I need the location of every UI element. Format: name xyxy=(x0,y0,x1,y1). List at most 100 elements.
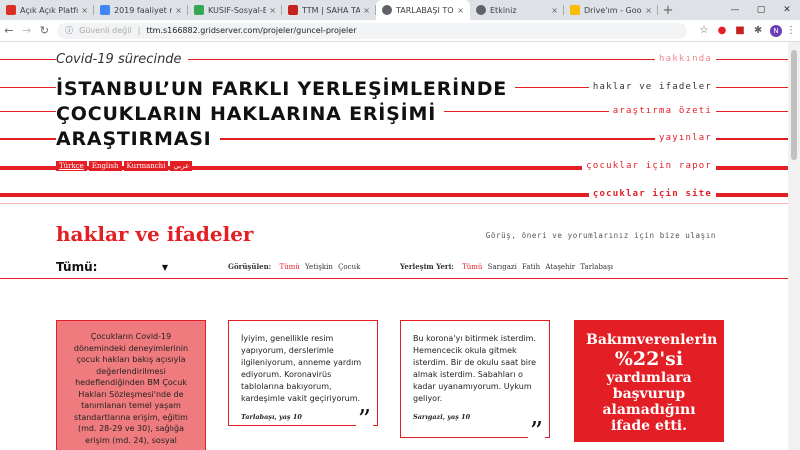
nav-link-hakkinda[interactable]: hakkında xyxy=(655,54,716,64)
filter-option-adult[interactable]: Yetişkin xyxy=(305,263,333,271)
scrollbar-thumb[interactable] xyxy=(791,50,797,160)
close-icon[interactable]: × xyxy=(645,6,652,15)
back-icon[interactable]: ← xyxy=(0,24,18,37)
file-icon xyxy=(194,5,204,15)
quote-mark-icon: ” xyxy=(355,405,373,435)
star-icon[interactable]: ☆ xyxy=(695,25,713,36)
maximize-icon[interactable]: ▢ xyxy=(748,0,774,20)
stat-line-1: Bakımverenlerin xyxy=(586,332,718,348)
close-icon[interactable]: × xyxy=(551,6,558,15)
avatar[interactable]: N xyxy=(770,24,783,37)
close-icon[interactable]: × xyxy=(175,6,182,15)
section-title: haklar ve ifadeler xyxy=(56,222,254,246)
filter-option-tarlabasi[interactable]: Tarlabaşı xyxy=(580,263,613,271)
nav-link-ozet[interactable]: araştırma özeti xyxy=(608,106,716,116)
globe-icon xyxy=(382,5,392,15)
dropdown-label: Tümü: xyxy=(56,260,98,274)
filter-label: Yerleşim Yeri: xyxy=(400,262,454,271)
browser-tab[interactable]: Açık Açık Platform × xyxy=(0,0,94,20)
browser-tab-active[interactable]: TARLABAŞI TOPLU × xyxy=(376,0,470,20)
tab-label: TTM | SAHA TARA xyxy=(302,5,361,15)
close-icon[interactable]: × xyxy=(363,6,370,15)
nav-link-site[interactable]: çocuklar için site xyxy=(588,189,716,199)
quote-mark-icon: ” xyxy=(527,417,545,447)
chevron-down-icon[interactable]: ▼ xyxy=(162,263,168,272)
lang-english[interactable]: English xyxy=(88,161,122,171)
address-bar[interactable]: ⓘ Güvenli değil | ttm.s166882.gridserver… xyxy=(57,22,688,39)
drive-icon xyxy=(570,5,580,15)
close-window-icon[interactable]: ✕ xyxy=(774,0,800,20)
contact-note[interactable]: Görüş, öneri ve yorumlarınız için bize u… xyxy=(486,231,716,240)
close-icon[interactable]: × xyxy=(269,6,276,15)
security-label: Güvenli değil xyxy=(79,26,132,35)
quote-attribution: Tarlabaşı, yaş 10 xyxy=(241,413,302,421)
tab-label: KUSIF-Sosyal-Etki xyxy=(208,5,267,15)
divider xyxy=(0,278,788,279)
toolbar-icons: ☆ ● ■ ✱ N ⋮ xyxy=(695,24,800,37)
tab-label: 2019 faaliyet rapo xyxy=(114,5,173,15)
statistic-card[interactable]: Bakımverenlerin %22'si yardımlara başvur… xyxy=(574,320,724,442)
browser-tab[interactable]: TTM | SAHA TARA × xyxy=(282,0,376,20)
url-text[interactable]: ttm.s166882.gridserver.com/projeler/gunc… xyxy=(146,26,356,35)
page-title-line-2: ÇOCUKLARIN HAKLARINA ERİŞİMİ xyxy=(56,103,445,125)
minimize-icon[interactable]: — xyxy=(722,0,748,20)
reload-icon[interactable]: ↻ xyxy=(35,24,53,37)
filter-label: Görüşülen: xyxy=(228,262,272,271)
ttm-logo-icon xyxy=(288,5,298,15)
intro-card[interactable]: Çocukların Covid-19 dönemindeki deneyiml… xyxy=(56,320,206,450)
quote-card[interactable]: İyiyim, genellikle resim yapıyorum, ders… xyxy=(228,320,378,433)
lang-arabic[interactable]: عربي xyxy=(170,161,193,171)
gmail-icon xyxy=(6,5,16,15)
browser-tab[interactable]: KUSIF-Sosyal-Etki × xyxy=(188,0,282,20)
location-filter: Yerleşim Yeri: Tümü Sarıgazi Fatih Ataşe… xyxy=(400,262,616,271)
web-page: hakkında haklar ve ifadeler araştırma öz… xyxy=(0,42,788,450)
nav-link-haklar[interactable]: haklar ve ifadeler xyxy=(588,82,716,92)
new-tab-button[interactable]: + xyxy=(658,0,678,20)
opera-extension-icon[interactable]: ● xyxy=(713,25,731,36)
page-subtitle: Covid-19 sürecinde xyxy=(56,52,188,67)
interviewee-filter: Görüşülen: Tümü Yetişkin Çocuk xyxy=(228,262,363,271)
intro-text: Çocukların Covid-19 dönemindeki deneyiml… xyxy=(73,332,189,445)
lang-kurmanchi[interactable]: Kurmanchi xyxy=(123,161,169,171)
browser-tab[interactable]: 2019 faaliyet rapo × xyxy=(94,0,188,20)
filter-option-sarigazi[interactable]: Sarıgazi xyxy=(488,263,517,271)
scrollbar[interactable] xyxy=(788,42,800,450)
nav-link-rapor[interactable]: çocuklar için rapor xyxy=(582,161,716,171)
tab-strip: Açık Açık Platform × 2019 faaliyet rapo … xyxy=(0,0,800,20)
docs-icon xyxy=(100,5,110,15)
browser-tab[interactable]: Drive'ım - Google × xyxy=(564,0,658,20)
extension-red-icon[interactable]: ■ xyxy=(731,25,749,36)
quote-text: İyiyim, genellikle resim yapıyorum, ders… xyxy=(241,334,362,403)
warning-icon[interactable]: ⓘ xyxy=(65,25,73,36)
quote-card[interactable]: Bu korona'yı bitirmek isterdim. Hemencec… xyxy=(400,320,550,445)
stat-percentage: %22'si xyxy=(614,348,684,370)
filter-option-all[interactable]: Tümü xyxy=(279,263,299,271)
separator: | xyxy=(137,26,141,35)
quote-text: Bu korona'yı bitirmek isterdim. Hemencec… xyxy=(413,334,537,403)
language-switcher: Türkçe English Kurmanchi عربي xyxy=(56,161,193,171)
tab-label: Drive'ım - Google xyxy=(584,5,642,15)
divider xyxy=(0,203,788,204)
category-dropdown[interactable]: Tümü: ▼ xyxy=(56,260,168,274)
close-icon[interactable]: × xyxy=(457,6,464,15)
filter-option-fatih[interactable]: Fatih xyxy=(522,263,540,271)
page-title-line-3: ARAŞTIRMASI xyxy=(56,128,220,150)
filter-option-all[interactable]: Tümü xyxy=(462,263,482,271)
page-title-line-1: İSTANBUL’UN FARKLI YERLEŞİMLERİNDE xyxy=(56,78,516,100)
menu-icon[interactable]: ⋮ xyxy=(782,25,800,36)
filter-option-child[interactable]: Çocuk xyxy=(338,263,360,271)
browser-toolbar: ← → ↻ ⓘ Güvenli değil | ttm.s166882.grid… xyxy=(0,20,800,42)
tab-label: Açık Açık Platform xyxy=(20,5,78,15)
nav-link-yayinlar[interactable]: yayınlar xyxy=(655,133,716,143)
tab-label: TARLABAŞI TOPLU xyxy=(396,5,454,15)
filter-option-atasehir[interactable]: Ataşehir xyxy=(545,263,575,271)
lang-turkish[interactable]: Türkçe xyxy=(56,161,87,171)
tab-label: Etkiniz xyxy=(490,5,517,15)
stat-description: yardımlara başvurup alamadığını ifade et… xyxy=(602,370,696,434)
browser-tab[interactable]: Etkiniz × xyxy=(470,0,564,20)
forward-icon[interactable]: → xyxy=(18,24,36,37)
puzzle-icon[interactable]: ✱ xyxy=(749,25,767,36)
quote-attribution: Sarıgazi, yaş 10 xyxy=(413,413,471,421)
globe-icon xyxy=(476,5,486,15)
close-icon[interactable]: × xyxy=(81,6,88,15)
